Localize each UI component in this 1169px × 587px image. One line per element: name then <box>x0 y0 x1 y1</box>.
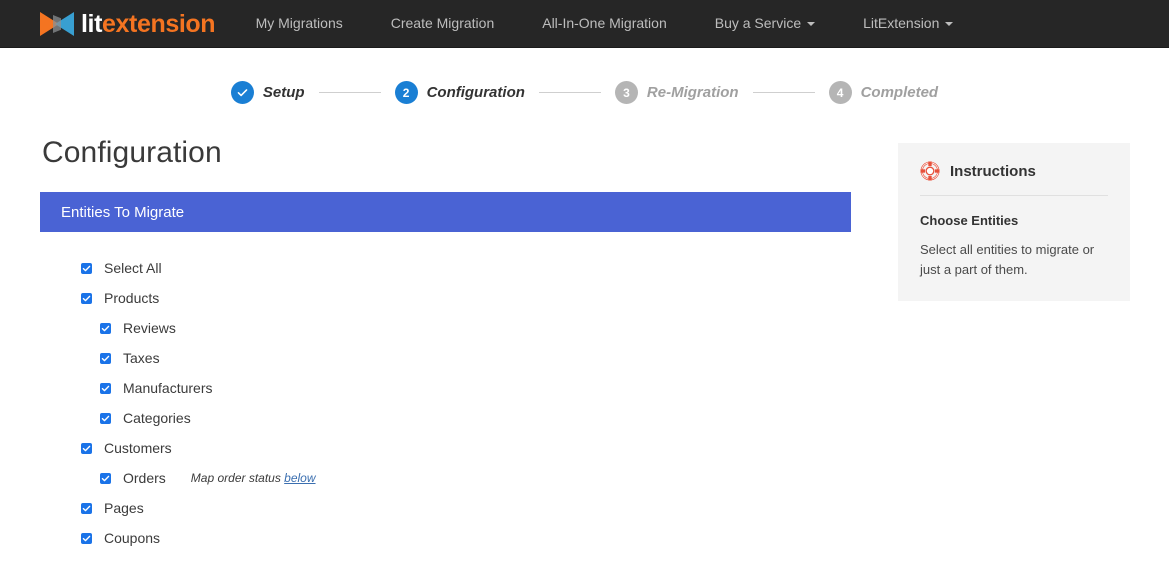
entity-row-orders[interactable]: Orders Map order status below <box>81 463 851 493</box>
brand-logo-link[interactable]: litextension <box>40 8 215 40</box>
step-setup-label: Setup <box>263 84 305 101</box>
step-re-migration-label: Re-Migration <box>647 84 739 101</box>
nav-item-litextension-account[interactable]: LitExtension <box>839 0 977 47</box>
step-configuration-label: Configuration <box>427 84 525 101</box>
migration-step-indicator: Setup 2 Configuration 3 Re-Migration 4 C… <box>0 81 1169 104</box>
entity-row-manufacturers[interactable]: Manufacturers <box>81 373 851 403</box>
entity-label: Products <box>104 290 159 306</box>
checkbox-reviews[interactable] <box>100 323 111 334</box>
checkbox-categories[interactable] <box>100 413 111 424</box>
instructions-panel: Instructions Choose Entities Select all … <box>898 143 1130 301</box>
step-re-migration-badge: 3 <box>615 81 638 104</box>
entity-row-select-all[interactable]: Select All <box>81 253 851 283</box>
entity-label: Manufacturers <box>123 380 212 396</box>
nav-label: All-In-One Migration <box>542 15 667 31</box>
chevron-down-icon <box>807 22 815 26</box>
chevron-down-icon <box>945 22 953 26</box>
entity-row-taxes[interactable]: Taxes <box>81 343 851 373</box>
entity-label: Coupons <box>104 530 160 546</box>
entity-row-reviews[interactable]: Reviews <box>81 313 851 343</box>
step-completed-label: Completed <box>861 84 939 101</box>
entity-row-pages[interactable]: Pages <box>81 493 851 523</box>
checkbox-taxes[interactable] <box>100 353 111 364</box>
checkbox-products[interactable] <box>81 293 92 304</box>
order-status-map-link[interactable]: below <box>284 471 315 485</box>
check-icon <box>236 86 249 99</box>
instructions-header: Instructions <box>920 161 1108 196</box>
main-navigation: My Migrations Create Migration All-In-On… <box>192 0 978 47</box>
check-icon <box>101 414 110 423</box>
litextension-logo-icon <box>40 11 74 37</box>
lifebuoy-icon <box>920 161 940 181</box>
check-icon <box>101 354 110 363</box>
step-setup[interactable]: Setup <box>231 81 305 104</box>
sidebar-column: Instructions Choose Entities Select all … <box>898 143 1130 301</box>
step-separator <box>539 92 601 93</box>
entity-label: Taxes <box>123 350 160 366</box>
nav-label: Create Migration <box>391 15 495 31</box>
check-icon <box>82 264 91 273</box>
check-icon <box>82 294 91 303</box>
page-body: Configuration Entities To Migrate Select… <box>0 136 1169 553</box>
step-completed-badge: 4 <box>829 81 852 104</box>
main-column: Entities To Migrate Select All Products <box>40 192 851 553</box>
checkbox-pages[interactable] <box>81 503 92 514</box>
entity-label: Customers <box>104 440 172 456</box>
entity-label: Reviews <box>123 320 176 336</box>
brand-text-lit: lit <box>81 10 102 38</box>
entity-label: Orders <box>123 470 166 486</box>
entities-section-title: Entities To Migrate <box>61 204 184 221</box>
entity-row-categories[interactable]: Categories <box>81 403 851 433</box>
check-icon <box>82 504 91 513</box>
checkbox-manufacturers[interactable] <box>100 383 111 394</box>
entities-section-header: Entities To Migrate <box>40 192 851 232</box>
entity-label: Pages <box>104 500 144 516</box>
nav-label: My Migrations <box>256 15 343 31</box>
order-status-note: Map order status below <box>191 471 316 485</box>
nav-item-my-migrations[interactable]: My Migrations <box>232 0 367 47</box>
nav-label: Buy a Service <box>715 15 801 31</box>
step-configuration[interactable]: 2 Configuration <box>395 81 525 104</box>
checkbox-select-all[interactable] <box>81 263 92 274</box>
check-icon <box>101 384 110 393</box>
entity-label: Select All <box>104 260 162 276</box>
checkbox-coupons[interactable] <box>81 533 92 544</box>
entity-row-customers[interactable]: Customers <box>81 433 851 463</box>
step-re-migration[interactable]: 3 Re-Migration <box>615 81 739 104</box>
instructions-title: Instructions <box>950 163 1036 180</box>
nav-item-all-in-one-migration[interactable]: All-In-One Migration <box>518 0 691 47</box>
nav-item-buy-a-service[interactable]: Buy a Service <box>691 0 839 47</box>
nav-label: LitExtension <box>863 15 939 31</box>
step-separator <box>319 92 381 93</box>
check-icon <box>101 324 110 333</box>
brand-wordmark: litextension <box>81 12 215 37</box>
instructions-body: Select all entities to migrate or just a… <box>920 240 1108 279</box>
instructions-subtitle: Choose Entities <box>920 213 1108 228</box>
nav-item-create-migration[interactable]: Create Migration <box>367 0 519 47</box>
check-icon <box>82 534 91 543</box>
entity-row-coupons[interactable]: Coupons <box>81 523 851 553</box>
step-configuration-badge: 2 <box>395 81 418 104</box>
checkbox-orders[interactable] <box>100 473 111 484</box>
brand-text-extension: extension <box>102 10 215 38</box>
entities-checkbox-list: Select All Products Reviews <box>40 253 851 553</box>
step-completed[interactable]: 4 Completed <box>829 81 939 104</box>
step-separator <box>753 92 815 93</box>
site-header: litextension My Migrations Create Migrat… <box>0 0 1169 48</box>
check-icon <box>101 474 110 483</box>
checkbox-customers[interactable] <box>81 443 92 454</box>
check-icon <box>82 444 91 453</box>
entity-label: Categories <box>123 410 191 426</box>
step-setup-badge <box>231 81 254 104</box>
entity-row-products[interactable]: Products <box>81 283 851 313</box>
order-status-note-text: Map order status <box>191 471 284 485</box>
